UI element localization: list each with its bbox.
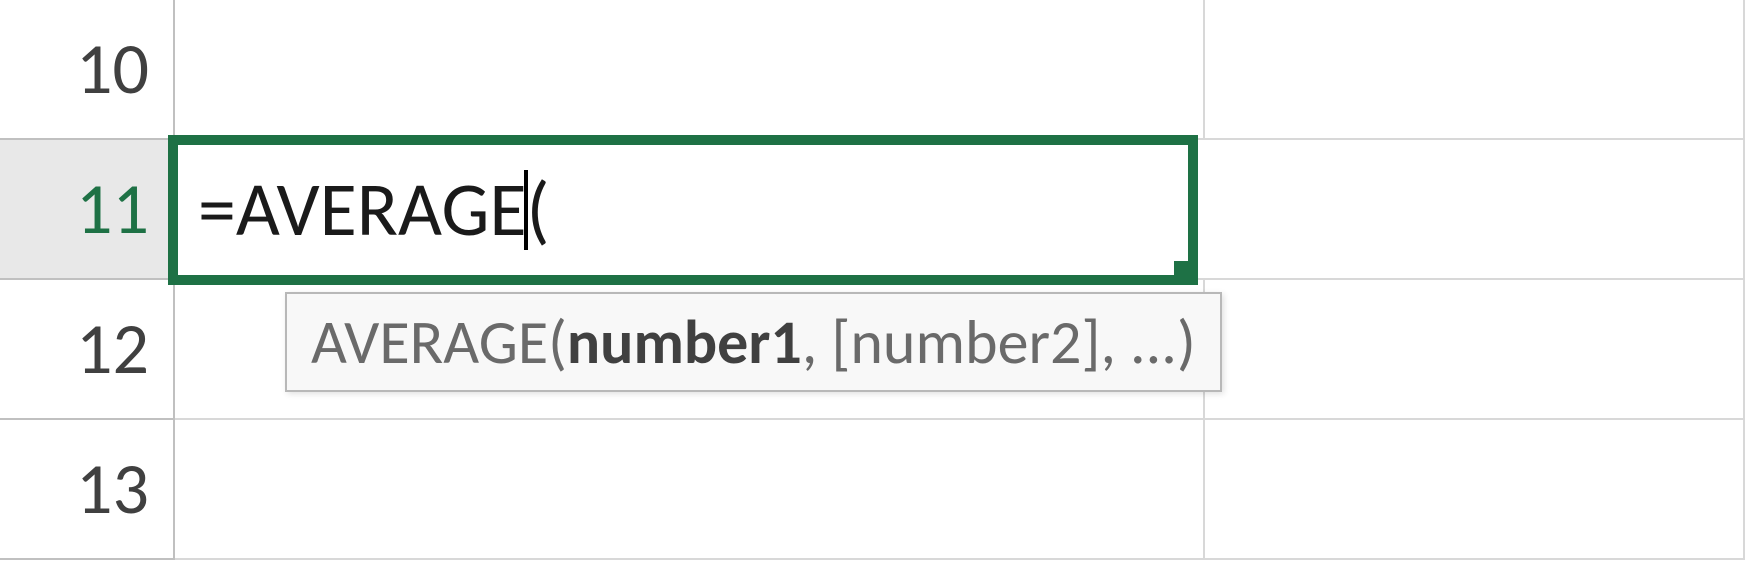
tooltip-func-name: AVERAGE( xyxy=(311,304,567,380)
function-tooltip[interactable]: AVERAGE(number1, [number2], ...) xyxy=(285,292,1222,392)
table-row: 10 xyxy=(0,0,1745,140)
cell-c11[interactable] xyxy=(1193,140,1745,280)
formula-input-text: =AVERAGE( xyxy=(198,164,550,256)
cell-c13[interactable] xyxy=(1205,420,1745,560)
cell-c12[interactable] xyxy=(1205,280,1745,420)
tooltip-rest: , ...) xyxy=(1101,304,1196,380)
cell-b11-editing[interactable]: =AVERAGE( xyxy=(168,135,1198,285)
cell-c10[interactable] xyxy=(1205,0,1745,140)
table-row: 13 xyxy=(0,420,1745,560)
cell-b10[interactable] xyxy=(175,0,1205,140)
row-header-12[interactable]: 12 xyxy=(0,280,175,420)
tooltip-sep: , xyxy=(802,304,832,380)
tooltip-arg-optional[interactable]: [number2] xyxy=(831,304,1100,380)
cell-b13[interactable] xyxy=(175,420,1205,560)
text-cursor xyxy=(524,170,528,250)
row-header-11[interactable]: 11 xyxy=(0,140,175,280)
row-header-10[interactable]: 10 xyxy=(0,0,175,140)
spreadsheet-grid: 10 11 =AVERAGE( 12 13 AVERAGE(number1, [… xyxy=(0,0,1745,563)
row-header-13[interactable]: 13 xyxy=(0,420,175,560)
table-row: 11 =AVERAGE( xyxy=(0,140,1745,280)
tooltip-arg-current[interactable]: number1 xyxy=(567,304,802,380)
